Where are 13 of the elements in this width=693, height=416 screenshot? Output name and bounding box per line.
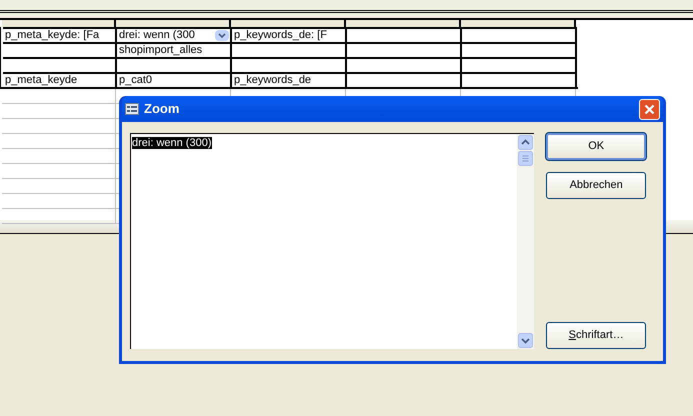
table-cell-text: p_meta_keyde [5,73,78,88]
table-cell-text: shopimport_alles [119,43,202,58]
dialog-button[interactable]: Abbrechen [546,172,646,199]
dialog-button[interactable]: OK [546,133,646,160]
table-cell-text: p_keywords_de: [F [234,28,327,44]
selected-text: drei: wenn (300) [132,137,212,149]
window-title: Zoom [144,100,180,118]
table-cell-text: p_cat0 [119,73,152,88]
table-cell-text: p_meta_keyde: [Fa [5,28,100,44]
table-cell-text: p_keywords_de [234,73,312,88]
dialog-button[interactable]: Schriftart… [546,322,646,349]
text-area[interactable]: drei: wenn (300) [130,133,534,349]
table-cell-text: drei: wenn (300 [119,28,195,44]
